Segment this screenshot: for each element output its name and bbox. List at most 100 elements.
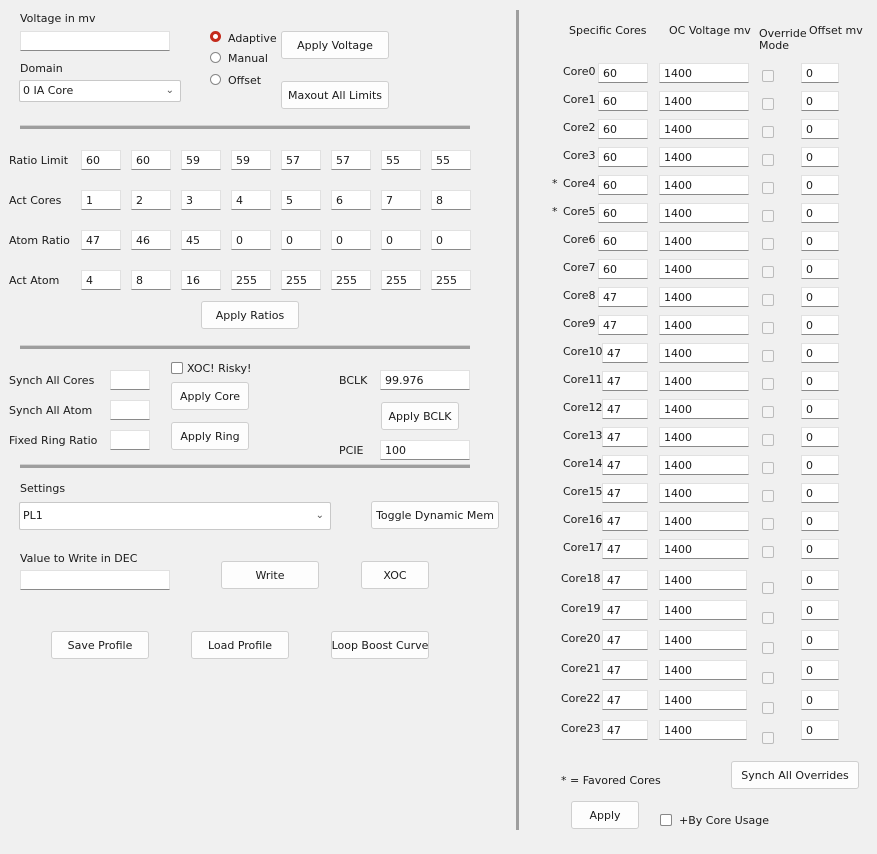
apply-core-button[interactable]: Apply Core xyxy=(171,382,249,410)
checkbox-icon[interactable] xyxy=(171,362,183,374)
core-voltage-input[interactable]: 1400 xyxy=(659,147,749,167)
core-voltage-input[interactable]: 1400 xyxy=(659,231,749,251)
core-offset-input[interactable]: 0 xyxy=(801,720,839,740)
override-mode-checkbox[interactable] xyxy=(762,702,774,714)
ratio-input[interactable]: 16 xyxy=(181,270,221,290)
core-ratio-input[interactable]: 47 xyxy=(602,371,648,391)
ratio-input[interactable]: 59 xyxy=(231,150,271,170)
override-mode-checkbox[interactable] xyxy=(762,70,774,82)
core-ratio-input[interactable]: 47 xyxy=(602,630,648,650)
loop-boost-curve-button[interactable]: Loop Boost Curve xyxy=(331,631,429,659)
core-voltage-input[interactable]: 1400 xyxy=(659,600,747,620)
ratio-input[interactable]: 5 xyxy=(281,190,321,210)
core-voltage-input[interactable]: 1400 xyxy=(659,203,749,223)
override-mode-checkbox[interactable] xyxy=(762,406,774,418)
core-ratio-input[interactable]: 47 xyxy=(598,287,648,307)
core-voltage-input[interactable]: 1400 xyxy=(659,660,747,680)
override-mode-checkbox[interactable] xyxy=(762,518,774,530)
override-mode-checkbox[interactable] xyxy=(762,672,774,684)
core-voltage-input[interactable]: 1400 xyxy=(659,455,749,475)
apply-button[interactable]: Apply xyxy=(571,801,639,829)
core-offset-input[interactable]: 0 xyxy=(801,63,839,83)
value-to-write-input[interactable] xyxy=(20,570,170,590)
override-mode-checkbox[interactable] xyxy=(762,732,774,744)
core-voltage-input[interactable]: 1400 xyxy=(659,511,749,531)
core-offset-input[interactable]: 0 xyxy=(801,91,839,111)
ratio-input[interactable]: 255 xyxy=(331,270,371,290)
core-offset-input[interactable]: 0 xyxy=(801,259,839,279)
core-offset-input[interactable]: 0 xyxy=(801,287,839,307)
core-voltage-input[interactable]: 1400 xyxy=(659,119,749,139)
core-offset-input[interactable]: 0 xyxy=(801,231,839,251)
core-ratio-input[interactable]: 47 xyxy=(598,315,648,335)
core-ratio-input[interactable]: 47 xyxy=(602,690,648,710)
core-ratio-input[interactable]: 47 xyxy=(602,720,648,740)
override-mode-checkbox[interactable] xyxy=(762,378,774,390)
override-mode-checkbox[interactable] xyxy=(762,642,774,654)
ratio-input[interactable]: 6 xyxy=(331,190,371,210)
override-mode-checkbox[interactable] xyxy=(762,154,774,166)
ratio-input[interactable]: 4 xyxy=(231,190,271,210)
core-offset-input[interactable]: 0 xyxy=(801,371,839,391)
override-mode-checkbox[interactable] xyxy=(762,98,774,110)
voltage-input[interactable] xyxy=(20,31,170,51)
ratio-input[interactable]: 46 xyxy=(131,230,171,250)
radio-offset-icon[interactable] xyxy=(210,74,221,85)
maxout-limits-button[interactable]: Maxout All Limits xyxy=(281,81,389,109)
core-ratio-input[interactable]: 60 xyxy=(598,231,648,251)
ratio-input[interactable]: 3 xyxy=(181,190,221,210)
ratio-input[interactable]: 0 xyxy=(331,230,371,250)
ratio-input[interactable]: 8 xyxy=(431,190,471,210)
override-mode-checkbox[interactable] xyxy=(762,350,774,362)
bclk-input[interactable]: 99.976 xyxy=(380,370,470,390)
pcie-input[interactable]: 100 xyxy=(380,440,470,460)
core-voltage-input[interactable]: 1400 xyxy=(659,399,749,419)
core-ratio-input[interactable]: 60 xyxy=(598,203,648,223)
ratio-input[interactable]: 47 xyxy=(81,230,121,250)
core-ratio-input[interactable]: 60 xyxy=(598,259,648,279)
core-offset-input[interactable]: 0 xyxy=(801,399,839,419)
override-mode-checkbox[interactable] xyxy=(762,434,774,446)
core-voltage-input[interactable]: 1400 xyxy=(659,690,747,710)
override-mode-checkbox[interactable] xyxy=(762,612,774,624)
synch-all-overrides-button[interactable]: Synch All Overrides xyxy=(731,761,859,789)
ratio-input[interactable]: 255 xyxy=(431,270,471,290)
core-voltage-input[interactable]: 1400 xyxy=(659,63,749,83)
core-ratio-input[interactable]: 60 xyxy=(598,119,648,139)
ratio-input[interactable]: 59 xyxy=(181,150,221,170)
ratio-input[interactable]: 255 xyxy=(231,270,271,290)
core-offset-input[interactable]: 0 xyxy=(801,175,839,195)
load-profile-button[interactable]: Load Profile xyxy=(191,631,289,659)
toggle-dynamic-mem-button[interactable]: Toggle Dynamic Mem xyxy=(371,501,499,529)
core-ratio-input[interactable]: 47 xyxy=(602,343,648,363)
override-mode-checkbox[interactable] xyxy=(762,210,774,222)
ratio-input[interactable]: 60 xyxy=(131,150,171,170)
core-offset-input[interactable]: 0 xyxy=(801,570,839,590)
override-mode-checkbox[interactable] xyxy=(762,294,774,306)
core-offset-input[interactable]: 0 xyxy=(801,343,839,363)
synch-all-atom-input[interactable] xyxy=(110,400,150,420)
override-mode-checkbox[interactable] xyxy=(762,182,774,194)
core-voltage-input[interactable]: 1400 xyxy=(659,175,749,195)
synch-all-cores-input[interactable] xyxy=(110,370,150,390)
core-offset-input[interactable]: 0 xyxy=(801,630,839,650)
save-profile-button[interactable]: Save Profile xyxy=(51,631,149,659)
core-ratio-input[interactable]: 47 xyxy=(602,399,648,419)
override-mode-checkbox[interactable] xyxy=(762,582,774,594)
core-ratio-input[interactable]: 47 xyxy=(602,570,648,590)
write-button[interactable]: Write xyxy=(221,561,319,589)
core-ratio-input[interactable]: 47 xyxy=(602,539,648,559)
core-offset-input[interactable]: 0 xyxy=(801,539,839,559)
ratio-input[interactable]: 1 xyxy=(81,190,121,210)
core-voltage-input[interactable]: 1400 xyxy=(659,91,749,111)
core-voltage-input[interactable]: 1400 xyxy=(659,371,749,391)
override-mode-checkbox[interactable] xyxy=(762,266,774,278)
core-offset-input[interactable]: 0 xyxy=(801,119,839,139)
core-offset-input[interactable]: 0 xyxy=(801,427,839,447)
ratio-input[interactable]: 0 xyxy=(231,230,271,250)
fixed-ring-ratio-input[interactable] xyxy=(110,430,150,450)
core-ratio-input[interactable]: 47 xyxy=(602,511,648,531)
override-mode-checkbox[interactable] xyxy=(762,490,774,502)
radio-adaptive-icon[interactable] xyxy=(210,31,221,42)
core-voltage-input[interactable]: 1400 xyxy=(659,539,749,559)
